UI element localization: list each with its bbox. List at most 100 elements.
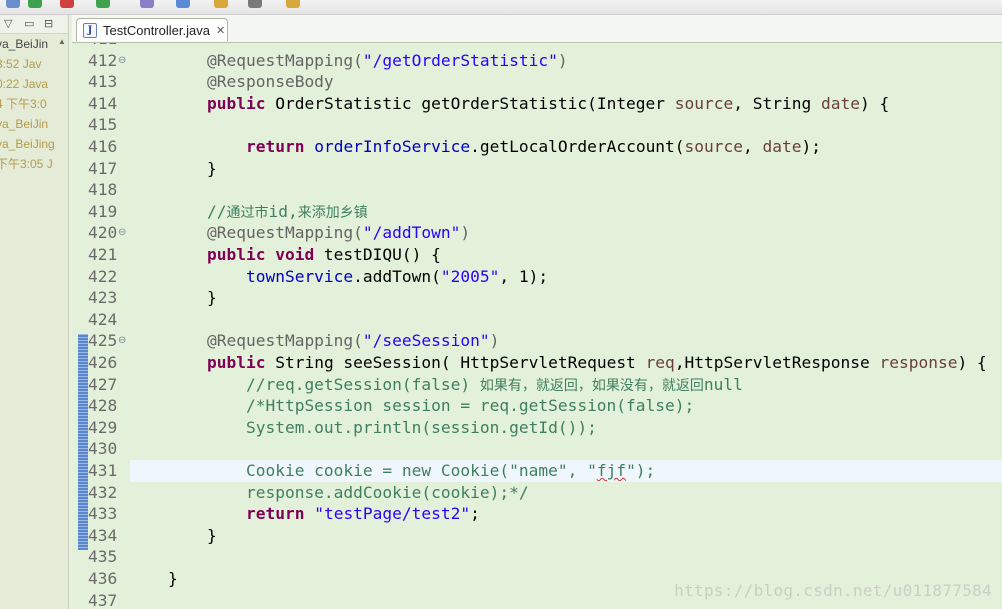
code-line[interactable]: 432 response.addCookie(cookie);*/	[72, 482, 1002, 504]
line-number: 421	[88, 245, 118, 264]
code-token: //	[168, 201, 227, 221]
code-token: );	[801, 137, 822, 156]
fold-toggle-icon[interactable]: ⊖	[118, 330, 126, 352]
scroll-up-icon[interactable]: ▲	[58, 37, 66, 47]
code-line[interactable]: 430	[72, 438, 1002, 460]
code-token: 如果有，就返回，如果没有，就返回	[479, 377, 704, 394]
line-number: 413	[88, 72, 118, 92]
code-token: .addTown(	[353, 266, 441, 286]
folder-icon[interactable]	[214, 0, 228, 8]
search-icon[interactable]	[176, 0, 190, 8]
code-line[interactable]: 435	[72, 546, 1002, 568]
code-line[interactable]: 427 //req.getSession(false) 如果有，就返回，如果没有…	[72, 374, 1002, 396]
close-icon[interactable]: ✕	[216, 24, 225, 37]
code-token: return	[168, 504, 305, 524]
code-token: /*HttpSession session = req.getSession(f…	[168, 396, 695, 416]
line-number: 426	[88, 353, 118, 372]
code-token: @RequestMapping(	[168, 223, 363, 243]
minimize-icon[interactable]: ▭	[24, 18, 34, 30]
code-token: date	[821, 93, 860, 113]
line-number: 436	[88, 569, 118, 588]
next-annotation-icon[interactable]	[248, 0, 262, 8]
code-text: //通过市id,来添加乡镇	[168, 201, 368, 225]
code-line[interactable]: 428 /*HttpSession session = req.getSessi…	[72, 395, 1002, 417]
code-text: //req.getSession(false) 如果有，就返回，如果没有，就返回…	[168, 374, 743, 398]
panel-item[interactable]: va_BeiJin	[0, 34, 64, 54]
code-line[interactable]: 419 //通过市id,来添加乡镇	[72, 201, 1002, 223]
code-line[interactable]: 414 public OrderStatistic getOrderStatis…	[72, 93, 1002, 115]
stop-icon[interactable]	[60, 0, 74, 8]
view-menu-icon[interactable]: ▽	[4, 18, 12, 30]
code-line[interactable]: 420 ⊖ @RequestMapping("/addTown")	[72, 222, 1002, 244]
code-token: "testPage/test2"	[314, 504, 471, 524]
code-line[interactable]: 413 @ResponseBody	[72, 71, 1002, 93]
line-number: 430	[88, 439, 118, 459]
code-line[interactable]: 418	[72, 179, 1002, 201]
code-editor[interactable]: 411412⊖ @RequestMapping("/getOrderStatis…	[72, 43, 1002, 609]
code-line[interactable]: 425 ⊖ @RequestMapping("/seeSession")	[72, 330, 1002, 352]
code-token: public	[168, 93, 266, 113]
code-line[interactable]: 412 ⊖ @RequestMapping("/getOrderStatistic…	[72, 50, 1002, 72]
code-token: date	[762, 137, 802, 156]
code-text: }	[168, 287, 217, 309]
tab-testcontroller[interactable]: J TestController.java ✕	[76, 18, 228, 41]
code-token: "2005"	[440, 266, 500, 286]
code-line[interactable]: 434 }	[72, 525, 1002, 547]
line-number: 414	[88, 93, 118, 113]
code-line[interactable]: 421 public void testDIQU() {	[72, 244, 1002, 266]
code-text: public String seeSession( HttpServletReq…	[168, 352, 987, 374]
code-token: 通过市	[226, 204, 269, 221]
panel-item[interactable]: 0:22 Java	[0, 74, 64, 94]
fold-toggle-icon[interactable]: ⊖	[118, 222, 126, 244]
code-text: return "testPage/test2";	[168, 503, 480, 525]
watermark: https://blog.csdn.net/u011877584	[674, 581, 992, 600]
panel-item[interactable]: 3:52 Jav	[0, 54, 64, 74]
code-token: .getLocalOrderAccount(	[470, 137, 685, 156]
editor-tab-strip: J TestController.java ✕	[72, 15, 1002, 43]
open-type-icon[interactable]	[140, 0, 154, 8]
last-edit-icon[interactable]	[286, 0, 300, 8]
package-explorer-panel: ▽ ▭ ⊟ va_BeiJin 3:52 Jav 0:22 Java 4 下午3:0 v…	[0, 15, 69, 609]
panel-item[interactable]: 下午3:05 J	[0, 154, 64, 174]
panel-item[interactable]: va_BeiJin	[0, 114, 64, 134]
code-line[interactable]: 422 townService.addTown("2005", 1);	[72, 266, 1002, 288]
fold-toggle-icon[interactable]: ⊖	[118, 50, 126, 72]
navigate-icon[interactable]	[6, 0, 20, 8]
panel-item[interactable]: 4 下午3:0	[0, 94, 64, 114]
line-number: 428	[88, 396, 118, 416]
panel-item[interactable]: va_BeiJing	[0, 134, 64, 154]
code-token: System.out.println(session.getId());	[168, 417, 597, 437]
code-line[interactable]: 431 Cookie cookie = new Cookie("name", "…	[88, 460, 1002, 482]
code-line[interactable]: 415	[72, 114, 1002, 136]
line-number: 411	[88, 43, 120, 50]
code-line[interactable]: 433 return "testPage/test2";	[72, 503, 1002, 525]
code-token: )	[489, 331, 500, 351]
code-line[interactable]: 423 }	[72, 287, 1002, 309]
code-token: @RequestMapping(	[168, 50, 363, 70]
line-number: 424	[88, 309, 118, 329]
code-token: ,	[743, 137, 763, 156]
debug-icon[interactable]	[96, 0, 110, 8]
line-number: 420	[88, 223, 118, 243]
line-number: 427	[88, 374, 118, 394]
code-token: "/addTown"	[362, 223, 461, 243]
code-line[interactable]: 417 }	[72, 158, 1002, 180]
panel-header: ▽ ▭ ⊟	[0, 15, 68, 34]
code-line[interactable]: 426 public String seeSession( HttpServle…	[72, 352, 1002, 374]
line-number: 419	[88, 201, 118, 221]
code-token: ,HttpServletResponse	[674, 353, 880, 372]
code-token: null	[703, 374, 743, 394]
maximize-icon[interactable]: ⊟	[44, 18, 53, 30]
code-token: , String	[733, 93, 821, 113]
line-number: 433	[88, 504, 118, 524]
code-text: public void testDIQU() {	[168, 244, 441, 266]
code-line[interactable]: 416 return orderInfoService.getLocalOrde…	[72, 136, 1002, 158]
run-icon[interactable]	[28, 0, 42, 8]
code-token: )	[557, 50, 568, 70]
code-token: orderInfoService	[314, 137, 471, 156]
code-token: source	[674, 93, 734, 113]
code-line[interactable]: 411	[72, 43, 1002, 50]
code-line[interactable]: 424	[72, 309, 1002, 331]
code-line[interactable]: 429 System.out.println(session.getId());	[72, 417, 1002, 439]
